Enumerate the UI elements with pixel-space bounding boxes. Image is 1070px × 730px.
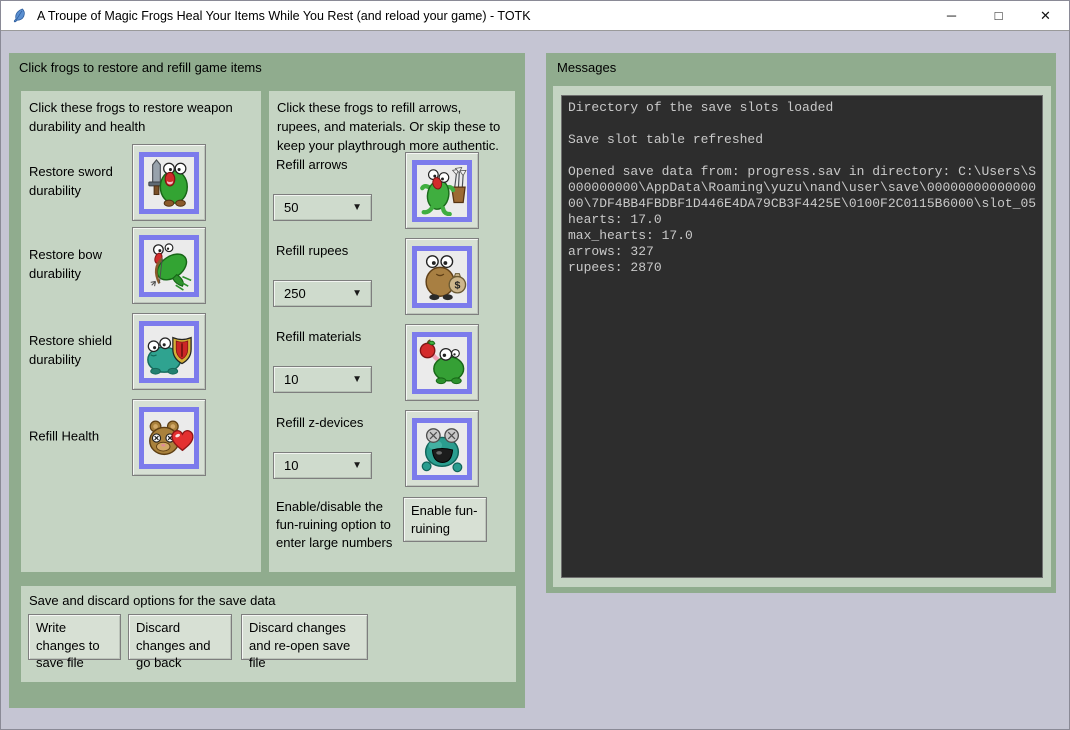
refill-zdevices-select[interactable]: 10 ▼ [273,452,372,479]
sword-frog-icon [139,152,199,214]
refill-materials-label: Refill materials [276,329,361,344]
messages-panel: Messages Directory of the save slots loa… [546,53,1056,593]
refill-materials-button[interactable] [405,324,479,401]
titlebar: A Troupe of Magic Frogs Heal Your Items … [1,1,1069,31]
frogs-panel-title: Click frogs to restore and refill game i… [19,60,262,75]
dropdown-arrow-icon: ▼ [352,202,362,213]
restore-section-header: Click these frogs to restore weapon dura… [29,99,239,137]
restore-section: Click these frogs to restore weapon dura… [21,91,261,572]
discard-and-reopen-button[interactable]: Discard changes and re-open save file [241,614,368,660]
refill-health-row: Refill Health [29,399,253,475]
restore-shield-row: Restore shield durability [29,313,253,389]
restore-sword-button[interactable] [132,144,206,221]
enable-fun-ruining-button[interactable]: Enable fun-ruining [403,497,487,542]
window-title: A Troupe of Magic Frogs Heal Your Items … [37,9,531,23]
arrow-frog-icon [412,160,472,222]
health-bear-icon [139,407,199,469]
frogs-panel: Click frogs to restore and refill game i… [9,53,525,708]
bow-frog-icon [139,235,199,297]
discard-changes-button[interactable]: Discard changes and go back [128,614,232,660]
messages-panel-title: Messages [557,60,616,75]
shield-frog-icon [139,321,199,383]
refill-arrows-value: 50 [284,200,352,215]
fun-ruining-description: Enable/disable the fun-ruining option to… [276,498,404,552]
material-frog-icon [412,332,472,394]
python-feather-icon [12,8,27,23]
minimize-button[interactable]: ─ [928,1,975,30]
restore-shield-button[interactable] [132,313,206,390]
refill-health-button[interactable] [132,399,206,476]
console-frame: Directory of the save slots loaded Save … [553,86,1051,587]
refill-rupees-value: 250 [284,286,352,301]
rupee-frog-icon: $ [412,246,472,308]
refill-zdevices-value: 10 [284,458,352,473]
refill-materials-select[interactable]: 10 ▼ [273,366,372,393]
refill-rupees-label: Refill rupees [276,243,348,258]
dropdown-arrow-icon: ▼ [352,460,362,471]
refill-zdevices-button[interactable] [405,410,479,487]
refill-arrows-button[interactable] [405,152,479,229]
refill-rupees-select[interactable]: 250 ▼ [273,280,372,307]
maximize-button[interactable]: □ [975,1,1022,30]
app-window: A Troupe of Magic Frogs Heal Your Items … [0,0,1070,730]
close-button[interactable]: ✕ [1022,1,1069,30]
window-controls: ─ □ ✕ [928,1,1069,30]
refill-arrows-label: Refill arrows [276,157,348,172]
restore-sword-row: Restore sword durability [29,144,253,220]
restore-shield-label: Restore shield durability [29,332,124,370]
messages-console[interactable]: Directory of the save slots loaded Save … [561,95,1043,578]
svg-text:$: $ [454,279,460,291]
write-changes-button[interactable]: Write changes to save file [28,614,121,660]
refill-materials-value: 10 [284,372,352,387]
refill-section-header: Click these frogs to refill arrows, rupe… [277,99,505,156]
restore-sword-label: Restore sword durability [29,163,124,201]
zdevice-frog-icon [412,418,472,480]
dropdown-arrow-icon: ▼ [352,288,362,299]
save-section: Save and discard options for the save da… [21,586,516,682]
refill-health-label: Refill Health [29,428,124,447]
restore-bow-label: Restore bow durability [29,246,124,284]
save-section-header: Save and discard options for the save da… [29,592,275,611]
refill-zdevices-label: Refill z-devices [276,415,363,430]
restore-bow-row: Restore bow durability [29,227,253,303]
dropdown-arrow-icon: ▼ [352,374,362,385]
refill-arrows-select[interactable]: 50 ▼ [273,194,372,221]
refill-section: Click these frogs to refill arrows, rupe… [269,91,515,572]
restore-bow-button[interactable] [132,227,206,304]
refill-rupees-button[interactable]: $ [405,238,479,315]
